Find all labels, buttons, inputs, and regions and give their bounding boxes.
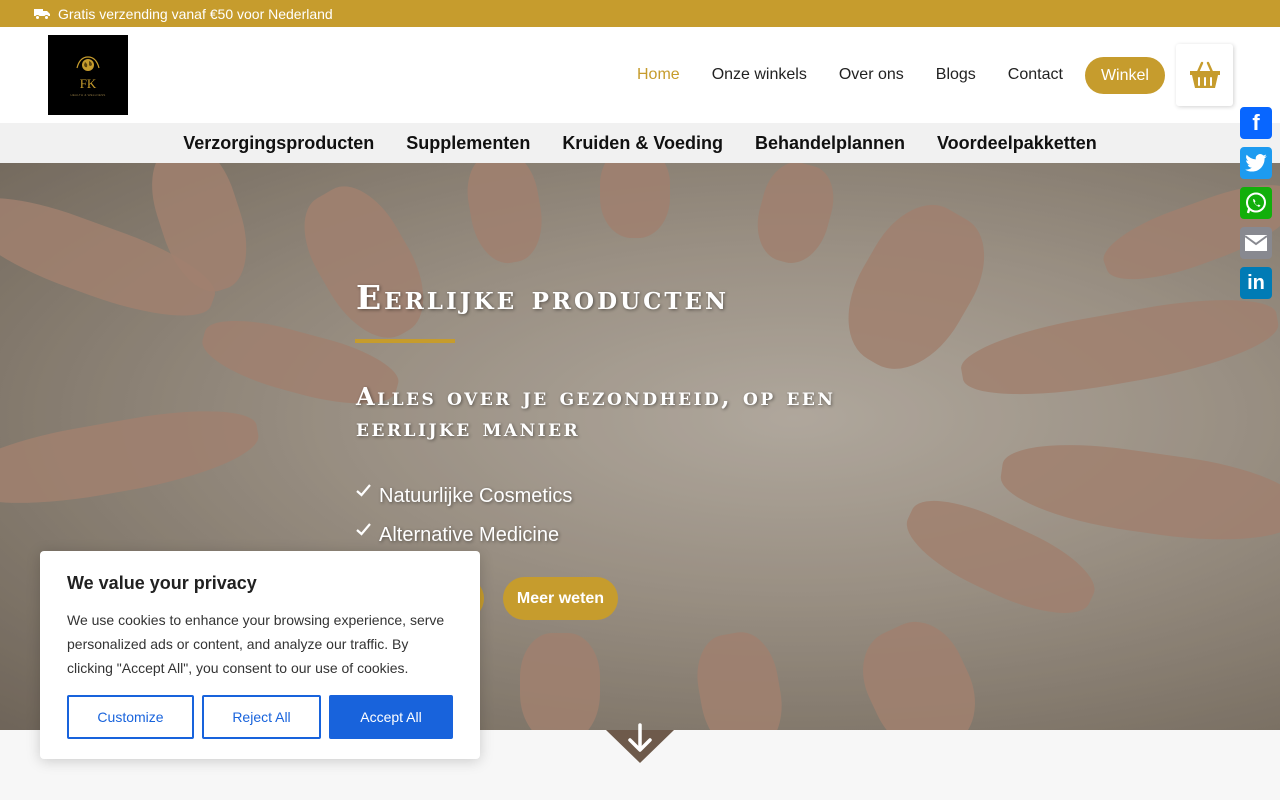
cookie-consent-banner: We value your privacy We use cookies to … bbox=[40, 551, 480, 759]
customize-button[interactable]: Customize bbox=[67, 695, 194, 739]
basket-icon bbox=[1189, 61, 1220, 88]
site-logo[interactable]: FK HEALTH & WELLNESS bbox=[48, 35, 128, 115]
scroll-down-button[interactable] bbox=[606, 717, 674, 763]
category-verzorgingsproducten[interactable]: Verzorgingsproducten bbox=[167, 133, 390, 154]
nav-home[interactable]: Home bbox=[621, 57, 696, 93]
nav-onze-winkels[interactable]: Onze winkels bbox=[696, 57, 823, 93]
linkedin-share-button[interactable]: in bbox=[1240, 267, 1272, 299]
reject-all-button[interactable]: Reject All bbox=[202, 695, 321, 739]
meer-weten-button[interactable]: Meer weten bbox=[503, 577, 618, 620]
whatsapp-icon bbox=[1246, 192, 1266, 214]
twitter-share-button[interactable] bbox=[1240, 147, 1272, 179]
email-icon bbox=[1244, 235, 1268, 251]
main-nav: Home Onze winkels Over ons Blogs Contact… bbox=[621, 56, 1165, 94]
check-icon bbox=[356, 484, 371, 497]
accept-all-button[interactable]: Accept All bbox=[329, 695, 453, 739]
cookie-buttons: Customize Reject All Accept All bbox=[67, 695, 453, 739]
nav-blogs[interactable]: Blogs bbox=[920, 57, 992, 93]
bullet-label: Natuurlijke Cosmetics bbox=[379, 485, 573, 507]
list-item: Alternative Medicine bbox=[356, 516, 572, 555]
nav-contact[interactable]: Contact bbox=[992, 57, 1079, 93]
category-voordeelpakketten[interactable]: Voordeelpakketten bbox=[921, 133, 1113, 154]
email-share-button[interactable] bbox=[1240, 227, 1272, 259]
list-item: Natuurlijke Cosmetics bbox=[356, 477, 572, 516]
winkel-button[interactable]: Winkel bbox=[1084, 56, 1165, 94]
twitter-icon bbox=[1245, 154, 1267, 172]
announcement-bar: Gratis verzending vanaf €50 voor Nederla… bbox=[0, 0, 1280, 27]
logo-tagline: HEALTH & WELLNESS bbox=[70, 92, 106, 97]
cart-button[interactable] bbox=[1176, 44, 1233, 106]
linkedin-icon: in bbox=[1247, 271, 1265, 294]
truck-icon bbox=[34, 8, 50, 20]
category-behandelplannen[interactable]: Behandelplannen bbox=[739, 133, 921, 154]
site-header: FK HEALTH & WELLNESS Home Onze winkels O… bbox=[0, 27, 1280, 123]
check-icon bbox=[356, 523, 371, 536]
hero-bullet-list: Natuurlijke Cosmetics Alternative Medici… bbox=[356, 477, 572, 555]
cookie-title: We value your privacy bbox=[67, 573, 257, 593]
hero-subtitle: Alles over je gezondheid, op een eerlijk… bbox=[356, 382, 836, 442]
cookie-description: We use cookies to enhance your browsing … bbox=[67, 612, 445, 676]
category-nav: Verzorgingsproducten Supplementen Kruide… bbox=[0, 123, 1280, 163]
logo-initials: FK bbox=[79, 75, 97, 91]
category-kruiden-voeding[interactable]: Kruiden & Voeding bbox=[546, 133, 739, 154]
facebook-share-button[interactable]: f bbox=[1240, 107, 1272, 139]
category-supplementen[interactable]: Supplementen bbox=[390, 133, 546, 154]
nav-over-ons[interactable]: Over ons bbox=[823, 57, 920, 93]
hero-title: Eerlijke producten bbox=[356, 278, 730, 317]
facebook-icon: f bbox=[1252, 110, 1260, 135]
bullet-label: Alternative Medicine bbox=[379, 524, 560, 546]
hero-title-underline bbox=[355, 339, 455, 343]
announcement-text: Gratis verzending vanaf €50 voor Nederla… bbox=[58, 5, 333, 22]
whatsapp-share-button[interactable] bbox=[1240, 187, 1272, 219]
globe-logo-icon bbox=[76, 55, 100, 71]
social-share-bar: f in bbox=[1240, 107, 1272, 299]
